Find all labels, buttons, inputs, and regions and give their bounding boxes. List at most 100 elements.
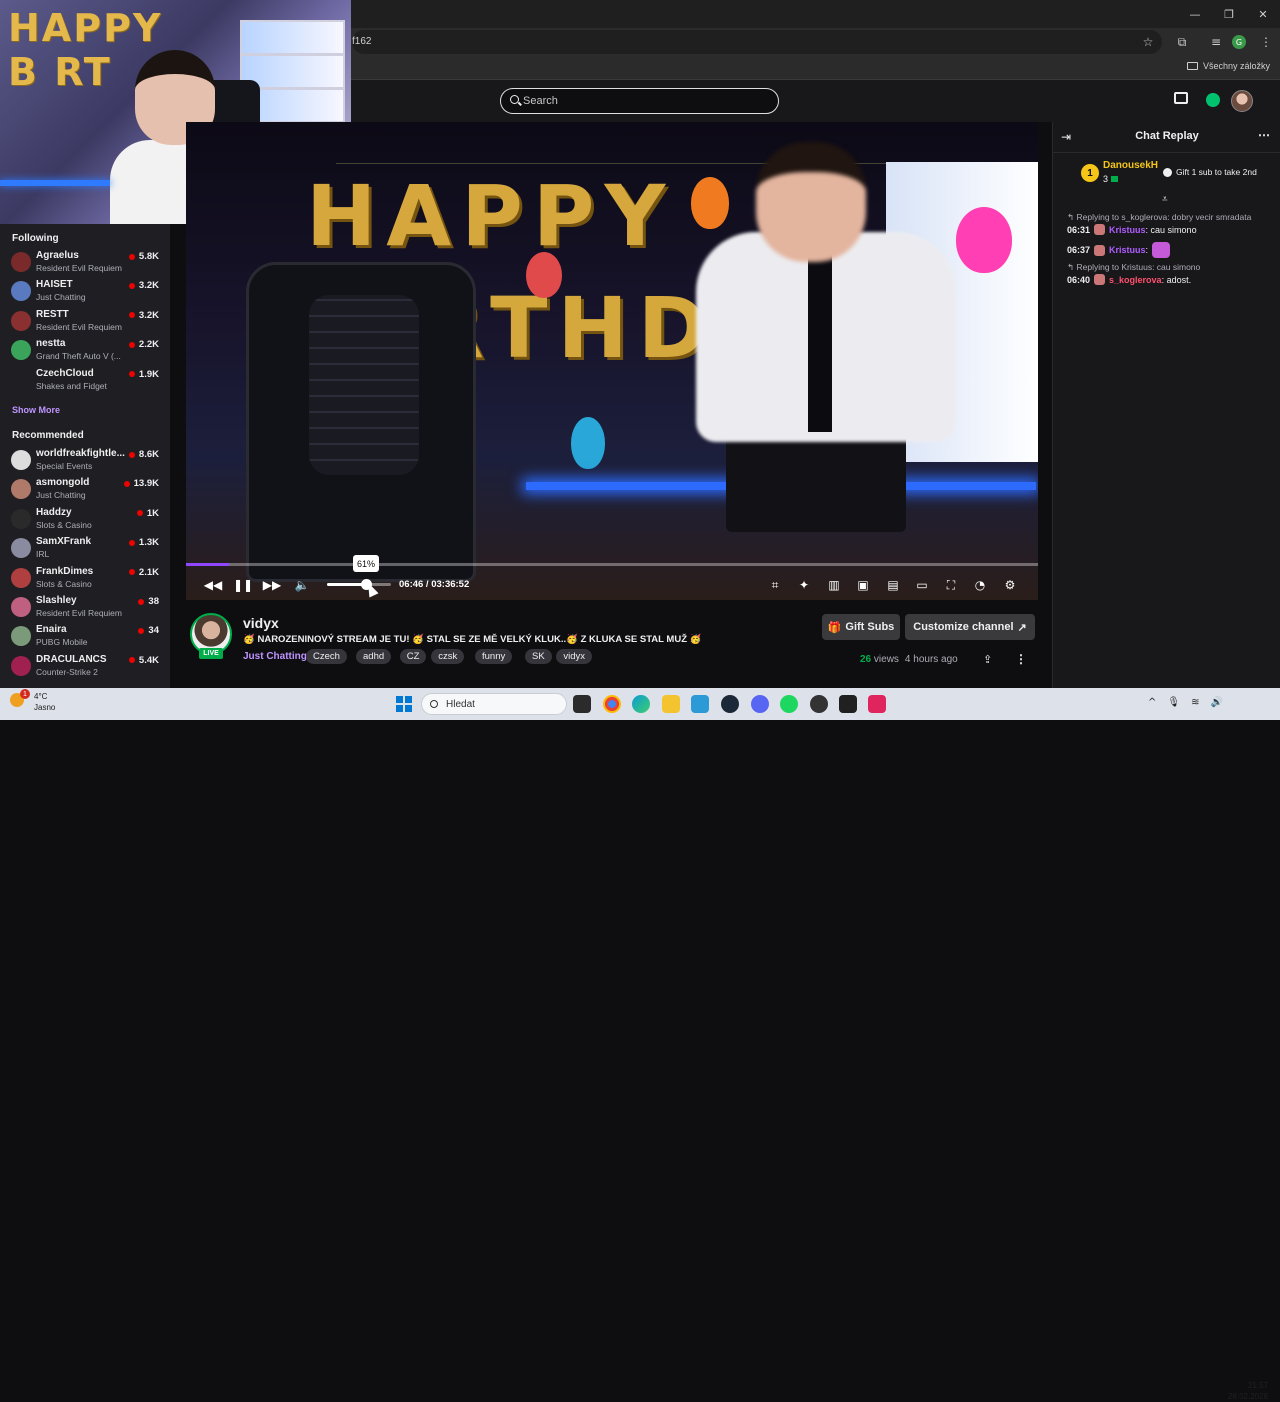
- tag-funny[interactable]: funny: [475, 649, 513, 664]
- capcut-icon[interactable]: [839, 695, 857, 713]
- sidebar-channel-czechcloud[interactable]: CzechCloud Shakes and Fidget 1.9K: [0, 365, 170, 394]
- task-view-icon[interactable]: [573, 695, 591, 713]
- sidebar-channel-frankdimes[interactable]: FrankDimes Slots & Casino 2.1K: [0, 563, 170, 592]
- spotify-icon[interactable]: [780, 695, 798, 713]
- stream-category[interactable]: Just Chatting: [243, 651, 307, 662]
- sidebar-channel-asmongold[interactable]: asmongold Just Chatting 13.9K: [0, 474, 170, 503]
- weather-widget[interactable]: 1 4°C Jasno: [10, 689, 55, 713]
- user-avatar[interactable]: [1231, 90, 1253, 112]
- media-icon[interactable]: ≡: [1208, 34, 1224, 50]
- maximize-button[interactable]: ❐: [1212, 0, 1246, 28]
- chat-timestamp[interactable]: 06:31: [1067, 225, 1090, 235]
- sidebar-channel-worldfreakfightle-[interactable]: worldfreakfightle... Special Events 8.6K: [0, 445, 170, 474]
- chat-panel: ⇥ Chat Replay ⋯ 1 DanousekH 3 Gift 1 sub…: [1052, 122, 1280, 688]
- sidebar-channel-nestta[interactable]: nestta Grand Theft Auto V (... 2.2K: [0, 335, 170, 364]
- prime-loot-icon[interactable]: [1174, 92, 1188, 104]
- theatre-icon[interactable]: ▤: [885, 577, 901, 593]
- following-header: Following: [12, 233, 59, 244]
- tag-vidyx[interactable]: vidyx: [556, 649, 593, 664]
- forward-icon[interactable]: ▶▶: [263, 577, 281, 593]
- chat-message: 06:40 s_koglerova: adost.: [1067, 274, 1191, 285]
- sidebar-channel-draculancs[interactable]: DRACULANCS Counter-Strike 2 5.4K: [0, 651, 170, 680]
- close-window-button[interactable]: ✕: [1246, 0, 1280, 28]
- channel-name[interactable]: vidyx: [243, 615, 279, 631]
- stats-icon[interactable]: ▥: [826, 577, 842, 593]
- sidebar-viewer-count: 5.4K: [129, 655, 159, 666]
- clip-icon[interactable]: ⌗: [767, 577, 783, 593]
- gift-subs-button[interactable]: 🎁 Gift Subs: [822, 614, 900, 640]
- tag-czech[interactable]: Czech: [306, 649, 347, 664]
- sidebar-channel-samxfrank[interactable]: SamXFrank IRL 1.3K: [0, 533, 170, 562]
- chat-timestamp[interactable]: 06:40: [1067, 275, 1090, 285]
- tag-sk[interactable]: SK: [525, 649, 552, 664]
- edge-icon[interactable]: [632, 695, 650, 713]
- chat-username[interactable]: Kristuus: [1109, 225, 1146, 235]
- wifi-icon[interactable]: ≋: [1191, 697, 1199, 708]
- sidebar-channel-enaira[interactable]: Enaira PUBG Mobile 34: [0, 621, 170, 650]
- seek-bar[interactable]: [186, 563, 1038, 566]
- sidebar-channel-name: CzechCloud: [36, 367, 94, 379]
- speaker-icon[interactable]: 🔊: [1210, 697, 1222, 708]
- sidebar-channel-slashley[interactable]: Slashley Resident Evil Requiem 38: [0, 592, 170, 621]
- chat-timestamp[interactable]: 06:37: [1067, 245, 1090, 255]
- more-options-icon[interactable]: ⋮: [1015, 652, 1027, 666]
- rewind-icon[interactable]: ◀◀: [204, 577, 222, 593]
- extensions-icon[interactable]: ⧉: [1174, 34, 1190, 50]
- fullscreen-icon[interactable]: ⛶: [943, 577, 959, 593]
- bookmark-star-icon[interactable]: ☆: [1140, 34, 1156, 50]
- taskbar-search[interactable]: Hledat: [421, 693, 567, 715]
- volume-slider[interactable]: [327, 579, 391, 590]
- sidebar-channel-game: Resident Evil Requiem: [36, 608, 122, 618]
- pause-icon[interactable]: ❚❚: [233, 577, 253, 593]
- sidebar-channel-haiset[interactable]: HAISET Just Chatting 3.2K: [0, 276, 170, 305]
- start-windows-icon[interactable]: [396, 696, 412, 712]
- chrome-icon[interactable]: [603, 695, 621, 713]
- microphone-icon[interactable]: 🎙: [1167, 697, 1180, 708]
- tiktok-icon[interactable]: [868, 695, 886, 713]
- top-gifter-name[interactable]: DanousekH: [1103, 160, 1158, 171]
- folder-icon: [1186, 62, 1198, 70]
- notepad-icon[interactable]: [691, 695, 709, 713]
- chat-settings-icon[interactable]: ⋯: [1258, 128, 1270, 142]
- tag-cz[interactable]: CZ: [399, 649, 427, 664]
- steam-icon[interactable]: [721, 695, 739, 713]
- address-field[interactable]: f162: [352, 30, 1162, 54]
- gift-icon: 🎁: [827, 621, 842, 634]
- tag-adhd[interactable]: adhd: [356, 649, 392, 664]
- volume-icon[interactable]: 🔈: [294, 577, 310, 593]
- emote-icon[interactable]: [1152, 242, 1171, 258]
- gift-leaderboard-cta[interactable]: Gift 1 sub to take 2nd: [1163, 167, 1257, 177]
- browser-menu-icon[interactable]: ⋮: [1258, 34, 1274, 50]
- highlights-icon[interactable]: ✦: [796, 577, 812, 593]
- file-explorer-icon[interactable]: [662, 695, 680, 713]
- sidebar-channel-game: IRL: [36, 549, 50, 560]
- obs-icon[interactable]: [810, 695, 828, 713]
- expand-leaderboard-icon[interactable]: ⩡: [1162, 194, 1168, 205]
- settings-gear-icon[interactable]: ⚙: [1002, 577, 1018, 593]
- customize-channel-button[interactable]: Customize channel ↗: [905, 614, 1035, 640]
- search-input[interactable]: Search: [500, 88, 779, 114]
- discord-icon[interactable]: [751, 695, 769, 713]
- share-icon[interactable]: ⇪: [983, 653, 992, 666]
- captions-icon[interactable]: ▭: [914, 577, 930, 593]
- video-player[interactable]: HAPPY B RTHD: [186, 122, 1038, 600]
- show-more-link[interactable]: Show More: [12, 405, 60, 415]
- sidebar-channel-haddzy[interactable]: Haddzy Slots & Casino 1K: [0, 504, 170, 533]
- minimize-button[interactable]: —: [1178, 0, 1212, 28]
- streamer-dancing: [686, 142, 1006, 562]
- chat-username[interactable]: s_koglerova: [1109, 275, 1162, 285]
- chat-username[interactable]: Kristuus: [1109, 245, 1146, 255]
- sidebar-channel-game: Resident Evil Requiem: [36, 263, 122, 273]
- all-bookmarks-button[interactable]: Všechny záložky: [1186, 61, 1270, 71]
- tray-chevron-icon[interactable]: ^: [1148, 697, 1156, 708]
- tag-czsk[interactable]: czsk: [431, 649, 465, 664]
- sidebar-channel-agraelus[interactable]: Agraelus Resident Evil Requiem 5.8K: [0, 247, 170, 276]
- mini-player-icon[interactable]: ▣: [855, 577, 871, 593]
- extension-badge-icon[interactable]: [1206, 93, 1220, 107]
- sidebar-channel-restt[interactable]: RESTT Resident Evil Requiem 3.2K: [0, 306, 170, 335]
- playback-speed-icon[interactable]: ◔: [972, 577, 988, 593]
- channel-avatar: [11, 597, 31, 617]
- sidebar-channel-game: Grand Theft Auto V (...: [36, 351, 121, 362]
- profile-icon[interactable]: G: [1232, 35, 1246, 49]
- system-clock[interactable]: 21:57 28.02.2026: [1226, 1380, 1268, 1402]
